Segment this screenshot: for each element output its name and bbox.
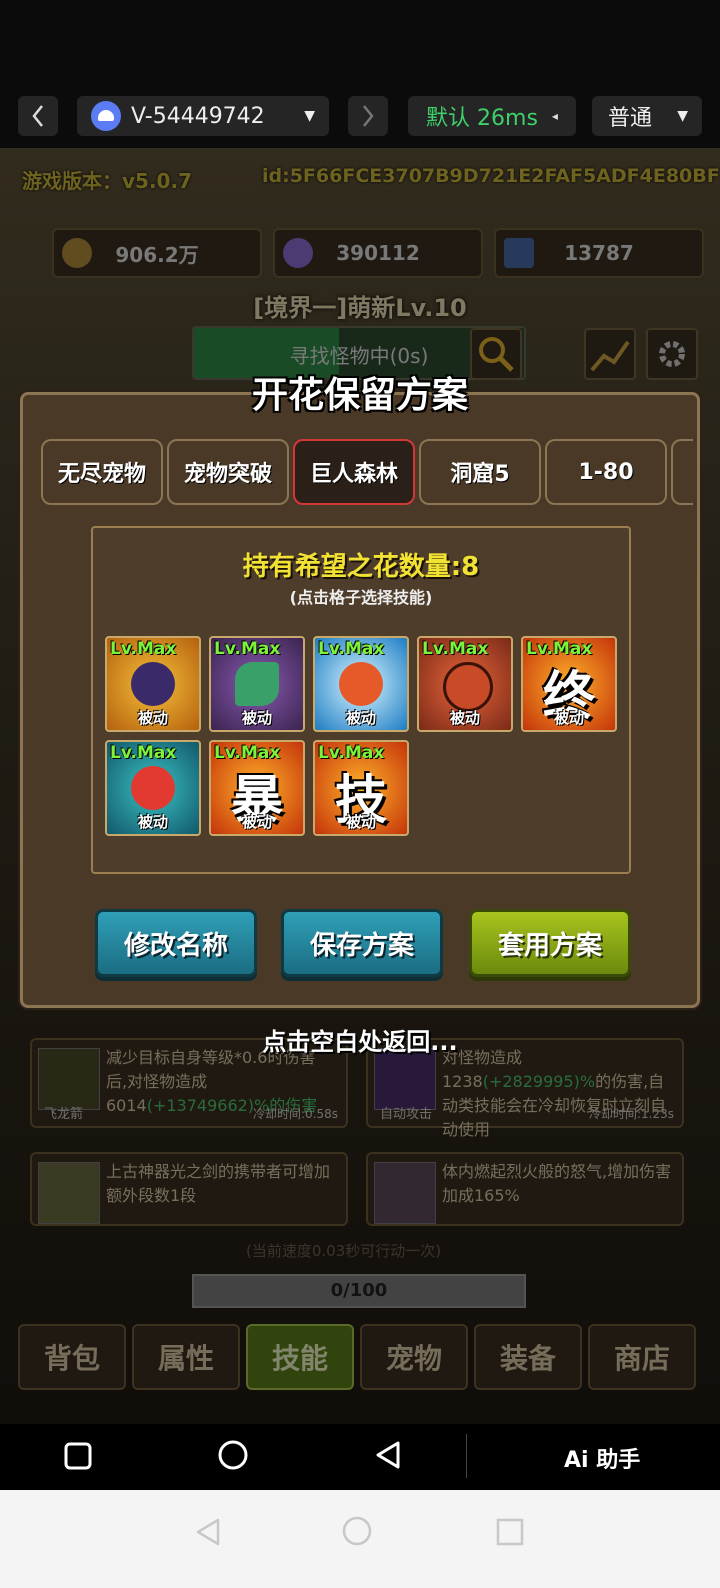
emulator-nav-bar: Ai 助手 — [0, 1424, 720, 1490]
system-recents-icon[interactable] — [494, 1516, 526, 1548]
skill-cell[interactable]: 暴 Lv.Max 被动 — [209, 740, 305, 836]
chevron-right-icon — [363, 105, 374, 127]
dialog-title: 开花保留方案 — [251, 375, 468, 416]
chevron-down-icon: ▼ — [304, 108, 315, 124]
muscle-icon — [443, 662, 493, 712]
android-icon — [91, 101, 121, 131]
skill-cell[interactable]: 终 Lv.Max 被动 — [521, 636, 617, 732]
system-back-icon[interactable] — [192, 1516, 224, 1548]
flower-count: 持有希望之花数量:8 — [242, 552, 480, 582]
system-nav-bar — [0, 1490, 720, 1588]
figure-icon — [339, 662, 383, 706]
return-hint[interactable]: 点击空白处返回... — [0, 1022, 720, 1057]
skill-cell[interactable]: Lv.Max 被动 — [105, 636, 201, 732]
skill-cell[interactable]: 技 Lv.Max 被动 — [313, 740, 409, 836]
network-latency: 默认 26ms — [426, 106, 538, 131]
mode-selector[interactable]: 普通 ▼ — [592, 96, 702, 136]
skill-cell[interactable]: Lv.Max 被动 — [209, 636, 305, 732]
ai-assistant-button[interactable]: Ai 助手 — [564, 1442, 640, 1474]
divider — [466, 1434, 467, 1478]
plan-tab[interactable]: 无尽宠物 — [41, 439, 163, 505]
device-selector[interactable]: V-54449742 ▼ — [77, 96, 329, 136]
plant-icon — [235, 662, 279, 706]
back-icon[interactable] — [372, 1438, 406, 1472]
chevron-left-icon — [32, 105, 43, 127]
back-button[interactable] — [18, 96, 58, 136]
network-selector[interactable]: 默认 26ms ◂ — [408, 96, 576, 136]
runner-icon — [131, 662, 175, 706]
plan-tab-selected[interactable]: 巨人森林 — [293, 439, 415, 505]
system-home-icon[interactable] — [340, 1514, 374, 1548]
grid-hint: (点击格子选择技能) — [289, 588, 433, 607]
apply-plan-button[interactable]: 套用方案 — [469, 909, 631, 977]
heart-icon — [131, 766, 175, 810]
plan-tab[interactable]: 洞窟5 — [419, 439, 541, 505]
recent-apps-icon[interactable] — [62, 1440, 94, 1472]
skill-grid-panel: 持有希望之花数量:8 (点击格子选择技能) Lv.Max 被动 Lv.Max 被… — [91, 526, 631, 874]
skill-cell[interactable]: Lv.Max 被动 — [417, 636, 513, 732]
home-icon[interactable] — [216, 1438, 250, 1472]
save-plan-button[interactable]: 保存方案 — [281, 909, 443, 977]
plan-tab[interactable]: 宠物突破 — [167, 439, 289, 505]
caret-icon: ◂ — [551, 109, 558, 123]
device-id: V-54449742 — [131, 103, 265, 129]
forward-button[interactable] — [348, 96, 388, 136]
skill-cell[interactable]: Lv.Max 被动 — [313, 636, 409, 732]
plan-tab[interactable]: 1-80 — [545, 439, 667, 505]
flower-plan-dialog: 无尽宠物 宠物突破 巨人森林 洞窟5 1-80 持有希望之花数量:8 (点击格子… — [20, 392, 700, 1008]
skill-cell[interactable]: Lv.Max 被动 — [105, 740, 201, 836]
mode-label: 普通 — [608, 106, 653, 131]
chevron-down-icon: ▼ — [677, 108, 688, 124]
rename-button[interactable]: 修改名称 — [95, 909, 257, 977]
plan-tab-overflow[interactable] — [671, 439, 693, 505]
emulator-toolbar: V-54449742 ▼ 默认 26ms ◂ 普通 ▼ — [0, 0, 720, 148]
